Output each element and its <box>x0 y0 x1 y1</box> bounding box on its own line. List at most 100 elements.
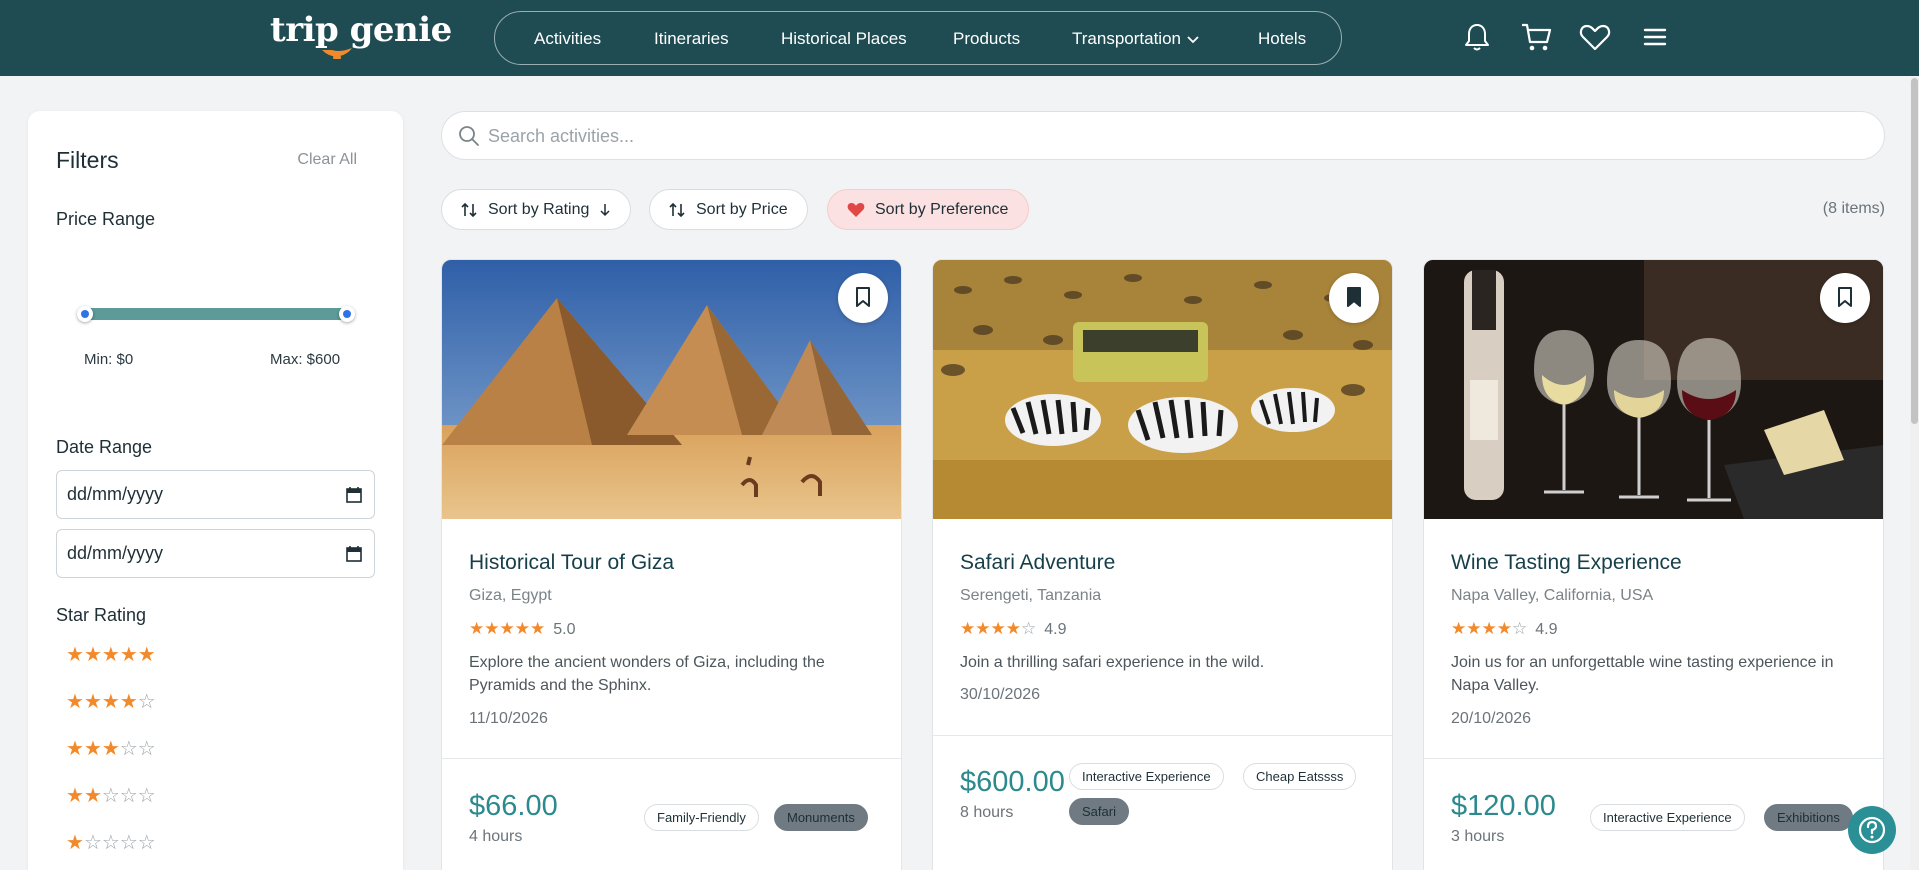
chevron-down-icon <box>1187 35 1199 43</box>
bell-icon[interactable] <box>1460 20 1494 54</box>
menu-icon[interactable] <box>1638 20 1672 54</box>
price-range-label: Price Range <box>56 209 156 229</box>
tag: Exhibitions <box>1764 804 1853 831</box>
activity-card[interactable]: Safari Adventure Serengeti, Tanzania ★★★… <box>932 259 1393 870</box>
bookmark-button[interactable] <box>838 273 888 323</box>
price-slider-max-handle[interactable] <box>339 306 355 322</box>
card-title[interactable]: Safari Adventure <box>960 551 1115 575</box>
logo[interactable]: trip genie <box>270 10 452 50</box>
card-rating: ★★★★☆ 4.9 <box>960 619 1067 639</box>
heart-icon[interactable] <box>1578 20 1612 54</box>
sort-by-preference-label: Sort by Preference <box>875 201 1009 218</box>
heart-icon <box>847 203 865 217</box>
sort-by-rating-label: Sort by Rating <box>488 201 590 218</box>
price-max-label: Max: $600 <box>270 351 341 368</box>
star-filled-icon: ★ <box>101 644 120 666</box>
sort-by-price-button[interactable]: Sort by Price <box>649 189 808 230</box>
calendar-icon[interactable] <box>346 545 362 562</box>
sort-arrows-icon <box>669 202 685 218</box>
star-empty-icon: ☆ <box>137 832 156 854</box>
bookmark-button[interactable] <box>1820 273 1870 323</box>
activity-card[interactable]: Wine Tasting Experience Napa Valley, Cal… <box>1423 259 1884 870</box>
activity-card[interactable]: Historical Tour of Giza Giza, Egypt ★★★★… <box>441 259 902 870</box>
tag: Interactive Experience <box>1590 804 1745 831</box>
sort-arrows-icon <box>461 202 477 218</box>
price-slider-min-handle[interactable] <box>77 306 93 322</box>
card-title[interactable]: Historical Tour of Giza <box>469 551 674 575</box>
help-button[interactable] <box>1848 806 1896 854</box>
nav-historical-places[interactable]: Historical Places <box>781 12 907 66</box>
card-rating: ★★★★★ 5.0 <box>469 619 576 639</box>
tag: Monuments <box>774 804 868 831</box>
nav-transportation-label: Transportation <box>1072 29 1181 48</box>
card-duration: 8 hours <box>960 804 1014 821</box>
star-filled-icon: ★ <box>1481 619 1497 638</box>
card-divider <box>933 735 1392 736</box>
genie-lamp-icon <box>322 48 352 59</box>
star-filled-icon: ★ <box>1466 619 1482 638</box>
card-image[interactable] <box>1424 260 1883 519</box>
star-empty-icon: ☆ <box>137 785 156 807</box>
star-filled-icon: ★ <box>975 619 991 638</box>
star-filter-5[interactable]: ★★★★★ <box>66 642 156 667</box>
nav-products[interactable]: Products <box>953 12 1020 66</box>
star-filled-icon: ★ <box>990 619 1006 638</box>
search-input[interactable] <box>488 124 1848 148</box>
tag: Safari <box>1069 798 1129 825</box>
bookmark-button[interactable] <box>1329 273 1379 323</box>
top-navigation-bar: trip genie Activities Itineraries Histor… <box>0 0 1919 76</box>
pyramids-image <box>442 260 901 519</box>
star-filter-3[interactable]: ★★★☆☆ <box>66 736 156 761</box>
card-price: $120.00 <box>1451 790 1556 822</box>
card-duration: 4 hours <box>469 828 523 845</box>
card-description: Join a thrilling safari experience in th… <box>960 654 1265 671</box>
items-count: (8 items) <box>1822 200 1885 217</box>
star-filled-icon: ★ <box>530 619 546 638</box>
tag: Family-Friendly <box>644 804 759 831</box>
bookmark-icon <box>856 287 870 307</box>
search-icon <box>459 126 479 146</box>
card-price: $600.00 <box>960 766 1065 798</box>
cart-icon[interactable] <box>1519 20 1553 54</box>
nav-itineraries[interactable]: Itineraries <box>654 12 729 66</box>
nav-activities[interactable]: Activities <box>534 12 601 66</box>
calendar-icon[interactable] <box>346 486 362 503</box>
star-filter-1[interactable]: ★☆☆☆☆ <box>66 830 156 855</box>
sort-by-rating-button[interactable]: Sort by Rating <box>441 189 631 230</box>
sort-by-preference-button[interactable]: Sort by Preference <box>827 189 1029 230</box>
scrollbar-thumb[interactable] <box>1911 78 1918 424</box>
card-price: $66.00 <box>469 790 558 822</box>
star-filled-icon: ★ <box>83 644 102 666</box>
arrow-down-icon <box>600 204 610 217</box>
star-empty-icon: ☆ <box>1021 619 1037 638</box>
card-divider <box>1424 758 1883 759</box>
star-filled-icon: ★ <box>66 691 84 713</box>
rating-value: 4.9 <box>1535 621 1558 638</box>
bookmark-filled-icon <box>1347 287 1361 307</box>
star-empty-icon: ☆ <box>1512 619 1528 638</box>
card-duration: 3 hours <box>1451 828 1505 845</box>
star-filter-2[interactable]: ★★☆☆☆ <box>66 783 156 808</box>
card-location: Serengeti, Tanzania <box>960 587 1102 604</box>
star-filled-icon: ★ <box>469 619 485 638</box>
star-filled-icon: ★ <box>66 832 84 854</box>
tag: Interactive Experience <box>1069 763 1224 790</box>
nav-transportation[interactable]: Transportation <box>1072 12 1199 66</box>
star-filled-icon: ★ <box>960 619 976 638</box>
card-image[interactable] <box>442 260 901 519</box>
card-divider <box>442 758 901 759</box>
star-filter-4[interactable]: ★★★★☆ <box>66 689 156 714</box>
date-from-placeholder: dd/mm/yyyy <box>67 484 164 504</box>
card-rating: ★★★★☆ 4.9 <box>1451 619 1558 639</box>
star-empty-icon: ☆ <box>119 738 138 760</box>
card-image[interactable] <box>933 260 1392 519</box>
clear-all-button[interactable]: Clear All <box>297 151 357 169</box>
nav-hotels[interactable]: Hotels <box>1258 12 1306 66</box>
star-filled-icon: ★ <box>1496 619 1512 638</box>
price-slider-track[interactable] <box>84 308 347 320</box>
card-description: Explore the ancient wonders of Giza, inc… <box>469 654 825 694</box>
card-title[interactable]: Wine Tasting Experience <box>1451 551 1682 575</box>
date-to-field[interactable]: dd/mm/yyyy <box>56 529 375 578</box>
date-from-field[interactable]: dd/mm/yyyy <box>56 470 375 519</box>
star-filled-icon: ★ <box>484 619 500 638</box>
